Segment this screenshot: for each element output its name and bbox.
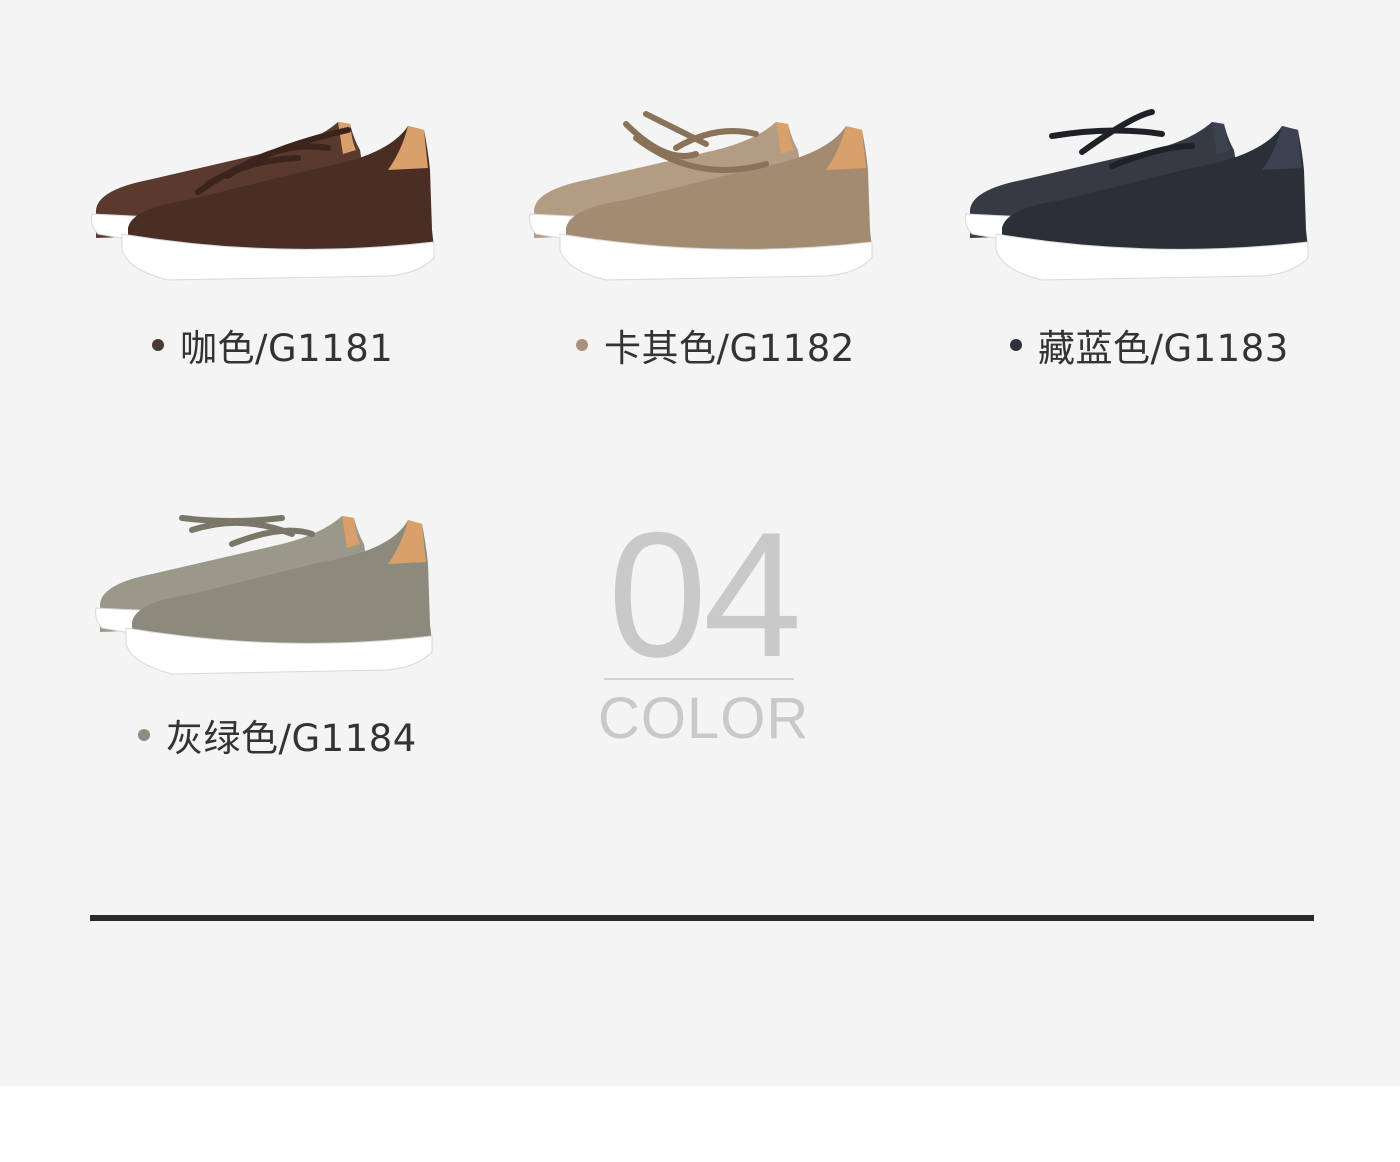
color-caption: COLOR (598, 686, 810, 751)
shoe-image-khaki (529, 111, 873, 281)
section-divider (90, 915, 1314, 921)
shoe-image-navy (965, 109, 1309, 281)
product-label: 咖色/G1181 (180, 327, 394, 370)
color-swatch-dot (138, 729, 150, 741)
shoe-image-gray-green (95, 515, 433, 675)
badge-rule (604, 678, 794, 680)
product-label: 卡其色/G1182 (604, 327, 855, 370)
product-label: 灰绿色/G1184 (166, 717, 417, 760)
color-swatch-dot (1010, 339, 1022, 351)
shoe-image-brown (91, 122, 435, 281)
color-swatch-dot (152, 339, 164, 351)
color-swatch-dot (576, 339, 588, 351)
color-count-number: 04 (608, 495, 802, 694)
color-options-panel: 咖色/G1181 卡其色/G1182 藏蓝色/G1183 灰绿色/G1184 0… (0, 0, 1400, 1086)
product-label: 藏蓝色/G1183 (1038, 327, 1289, 370)
